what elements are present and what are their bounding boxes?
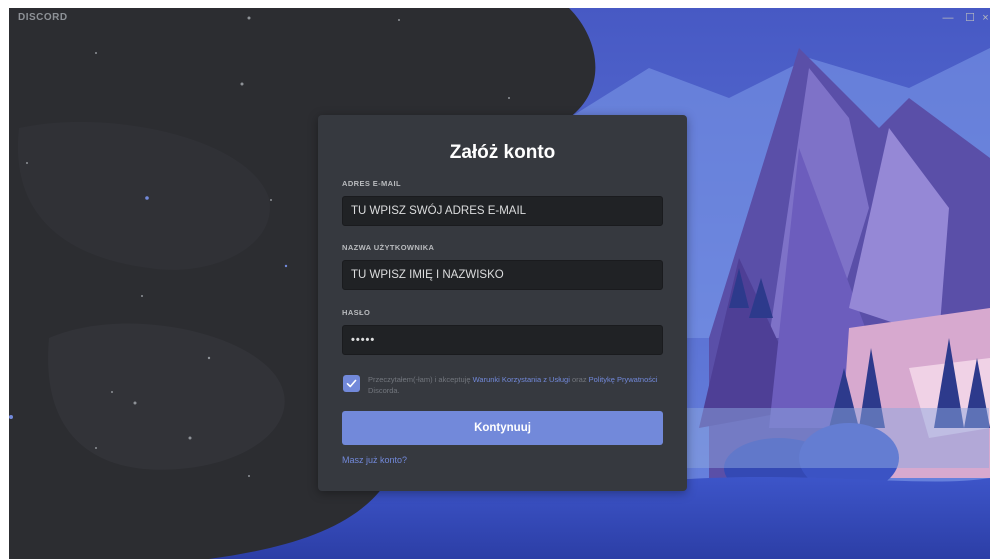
terms-prefix: Przeczytałem(-łam) i akceptuję xyxy=(368,375,473,384)
username-field[interactable]: TU WPISZ IMIĘ I NAZWISKO xyxy=(342,260,663,290)
terms-text: Przeczytałem(-łam) i akceptuję Warunki K… xyxy=(368,375,668,396)
terms-checkbox[interactable] xyxy=(343,375,360,392)
discord-logo: DISCORD xyxy=(18,12,68,23)
username-label: NAZWA UŻYTKOWNIKA xyxy=(342,243,435,252)
terms-suffix: Discorda. xyxy=(368,385,400,395)
minimize-icon[interactable]: — xyxy=(937,8,959,28)
page-title: Załóż konto xyxy=(449,142,556,163)
email-field[interactable]: TU WPISZ SWÓJ ADRES E-MAIL xyxy=(342,196,663,226)
password-field[interactable]: ••••• xyxy=(342,325,663,355)
login-link[interactable]: Masz już konto? xyxy=(342,455,407,465)
tos-link[interactable]: Warunki Korzystania z Usługi xyxy=(473,375,570,384)
maximize-icon[interactable]: ☐ xyxy=(959,8,981,28)
register-card: Załóż konto ADRES E-MAIL TU WPISZ SWÓJ A… xyxy=(318,115,687,491)
password-label: HASŁO xyxy=(342,308,371,317)
terms-middle: oraz xyxy=(569,375,589,384)
privacy-link[interactable]: Politykę Prywatności xyxy=(589,375,658,384)
title-bar: DISCORD — ☐ × xyxy=(9,8,990,28)
continue-button[interactable]: Kontynuuj xyxy=(342,411,663,445)
checkmark-icon xyxy=(346,379,357,388)
close-icon[interactable]: × xyxy=(981,8,990,28)
email-label: ADRES E-MAIL xyxy=(342,179,401,188)
